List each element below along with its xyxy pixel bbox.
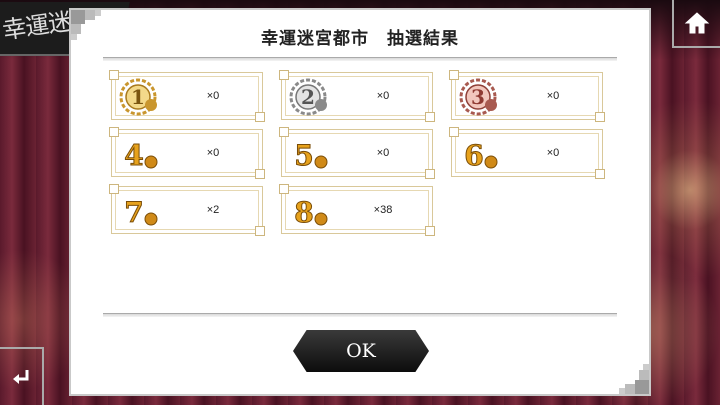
result-count: ×0 [376,90,390,102]
rank-number: 5 [294,139,313,172]
result-cell-rank-5: 5 ×0 [279,127,435,179]
lottery-result-dialog: 幸運迷宮都市 抽選結果 1 ×0 2 ×0 3 ×0 4 ×0 5 ×0 6 ×… [69,8,651,396]
result-count: ×38 [373,204,393,216]
corner-decoration [619,364,649,394]
result-cell-rank-3: 3 ×0 [449,70,605,122]
result-count: ×0 [206,147,220,159]
gold-rank-badge-icon: 8 [294,196,328,230]
back-button[interactable] [0,347,44,405]
rank-number: 7 [124,196,143,229]
ok-button[interactable]: OK [293,330,429,372]
result-count: ×0 [546,90,560,102]
gold-rank-badge-icon: 5 [294,139,328,173]
silver-laurel-medal-icon: 2 [289,78,327,116]
result-cell-rank-4: 4 ×0 [109,127,265,179]
rank-number: 1 [131,85,145,109]
result-cell-rank-6: 6 ×0 [449,127,605,179]
bronze-laurel-medal-icon: 3 [459,78,497,116]
divider [103,313,617,317]
rank-number: 2 [301,85,315,109]
dialog-title: 幸運迷宮都市 抽選結果 [261,29,459,49]
gold-rank-badge-icon: 4 [124,139,158,173]
rank-number: 3 [471,85,485,109]
home-icon [684,12,710,34]
result-count: ×0 [376,147,390,159]
divider [103,57,617,61]
result-cell-rank-2: 2 ×0 [279,70,435,122]
result-grid: 1 ×0 2 ×0 3 ×0 4 ×0 5 ×0 6 ×0 7 ×2 8 ×38 [109,70,611,236]
result-cell-rank-1: 1 ×0 [109,70,265,122]
result-count: ×0 [206,90,220,102]
gold-laurel-medal-icon: 1 [119,78,157,116]
back-arrow-icon [13,370,29,384]
gold-rank-badge-icon: 6 [464,139,498,173]
result-cell-rank-8: 8 ×38 [279,184,435,236]
result-cell-rank-7: 7 ×2 [109,184,265,236]
ok-label: OK [346,340,376,362]
home-button[interactable] [672,0,720,48]
gold-rank-badge-icon: 7 [124,196,158,230]
result-count: ×2 [206,204,220,216]
rank-number: 6 [464,139,483,172]
result-count: ×0 [546,147,560,159]
rank-number: 8 [294,196,313,229]
rank-number: 4 [124,139,143,172]
